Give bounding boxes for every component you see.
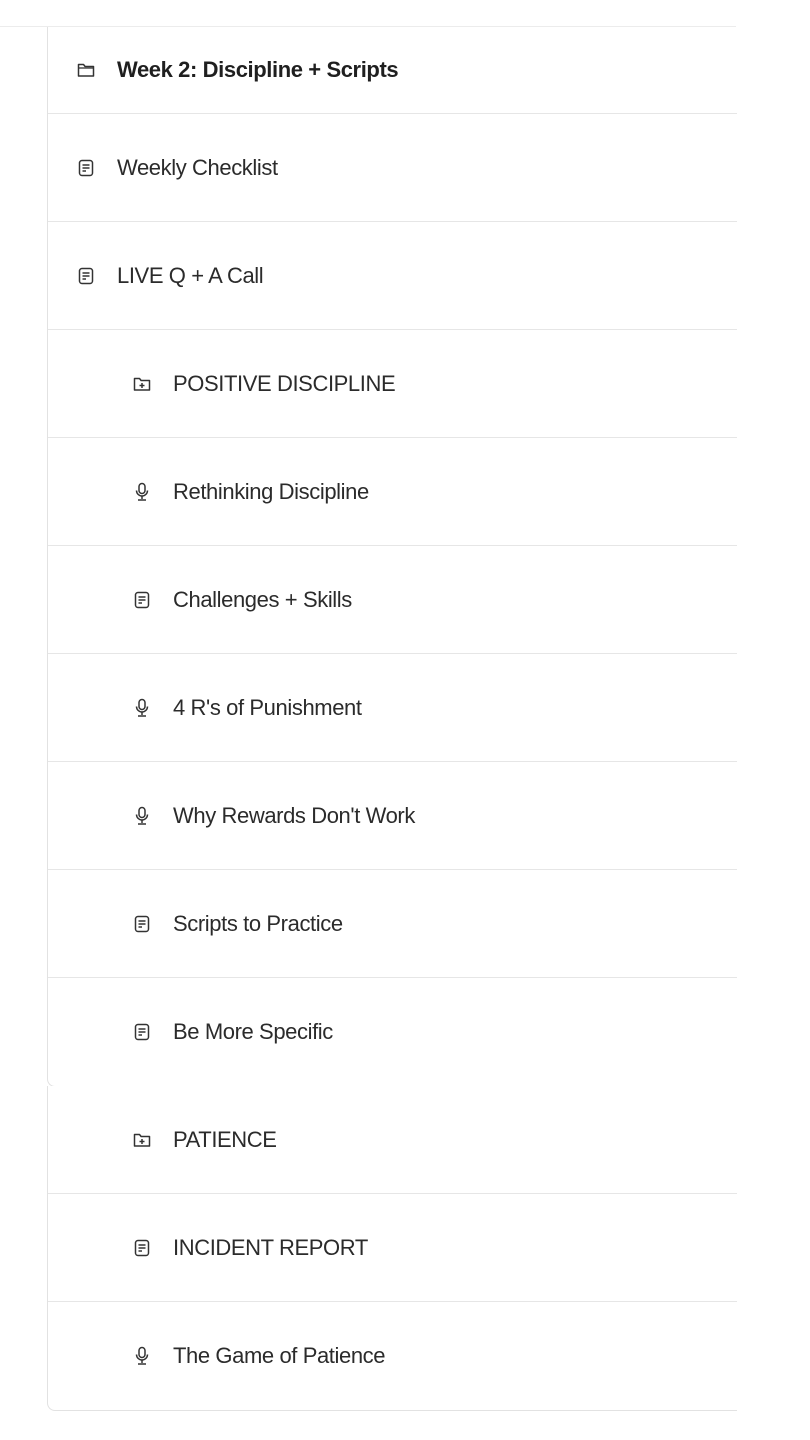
document-icon	[132, 1022, 152, 1042]
folder-icon	[76, 60, 96, 80]
lesson-the-game-of-patience[interactable]: The Game of Patience	[48, 1302, 737, 1410]
lesson-label: Challenges + Skills	[173, 586, 352, 612]
microphone-icon	[132, 806, 152, 826]
document-icon	[132, 1238, 152, 1258]
lesson-incident-report[interactable]: INCIDENT REPORT	[48, 1194, 737, 1302]
lesson-weekly-checklist[interactable]: Weekly Checklist	[48, 114, 737, 222]
lesson-4-rs-of-punishment[interactable]: 4 R's of Punishment	[48, 654, 737, 762]
module-title: Week 2: Discipline + Scripts	[117, 57, 399, 82]
lesson-label: INCIDENT REPORT	[173, 1234, 368, 1260]
lesson-live-qa-call[interactable]: LIVE Q + A Call	[48, 222, 737, 330]
lesson-why-rewards-dont-work[interactable]: Why Rewards Don't Work	[48, 762, 737, 870]
microphone-icon	[132, 1346, 152, 1366]
course-module-panel: Week 2: Discipline + Scripts Weekly Chec…	[47, 27, 737, 1087]
lesson-label: LIVE Q + A Call	[117, 262, 264, 288]
module-header-week-2[interactable]: Week 2: Discipline + Scripts	[48, 27, 737, 114]
lesson-rethinking-discipline[interactable]: Rethinking Discipline	[48, 438, 737, 546]
lesson-label: Weekly Checklist	[117, 154, 278, 180]
section-patience[interactable]: PATIENCE	[48, 1086, 737, 1194]
lesson-label: Rethinking Discipline	[173, 478, 369, 504]
document-icon	[76, 158, 96, 178]
lesson-label: Why Rewards Don't Work	[173, 802, 415, 828]
course-section-panel: PATIENCE INCIDENT REPORT The Game of Pat…	[47, 1086, 737, 1411]
section-label: POSITIVE DISCIPLINE	[173, 370, 396, 396]
lesson-label: Be More Specific	[173, 1019, 333, 1044]
lesson-label: 4 R's of Punishment	[173, 694, 362, 720]
document-icon	[132, 914, 152, 934]
microphone-icon	[132, 698, 152, 718]
document-icon	[132, 590, 152, 610]
section-positive-discipline[interactable]: POSITIVE DISCIPLINE	[48, 330, 737, 438]
section-label: PATIENCE	[173, 1126, 277, 1152]
lesson-label: Scripts to Practice	[173, 910, 343, 936]
microphone-icon	[132, 482, 152, 502]
lesson-challenges-skills[interactable]: Challenges + Skills	[48, 546, 737, 654]
lesson-label: The Game of Patience	[173, 1343, 386, 1368]
lesson-scripts-to-practice[interactable]: Scripts to Practice	[48, 870, 737, 978]
document-icon	[76, 266, 96, 286]
folder-plus-icon	[132, 1130, 152, 1150]
folder-plus-icon	[132, 374, 152, 394]
lesson-be-more-specific[interactable]: Be More Specific	[48, 978, 737, 1086]
